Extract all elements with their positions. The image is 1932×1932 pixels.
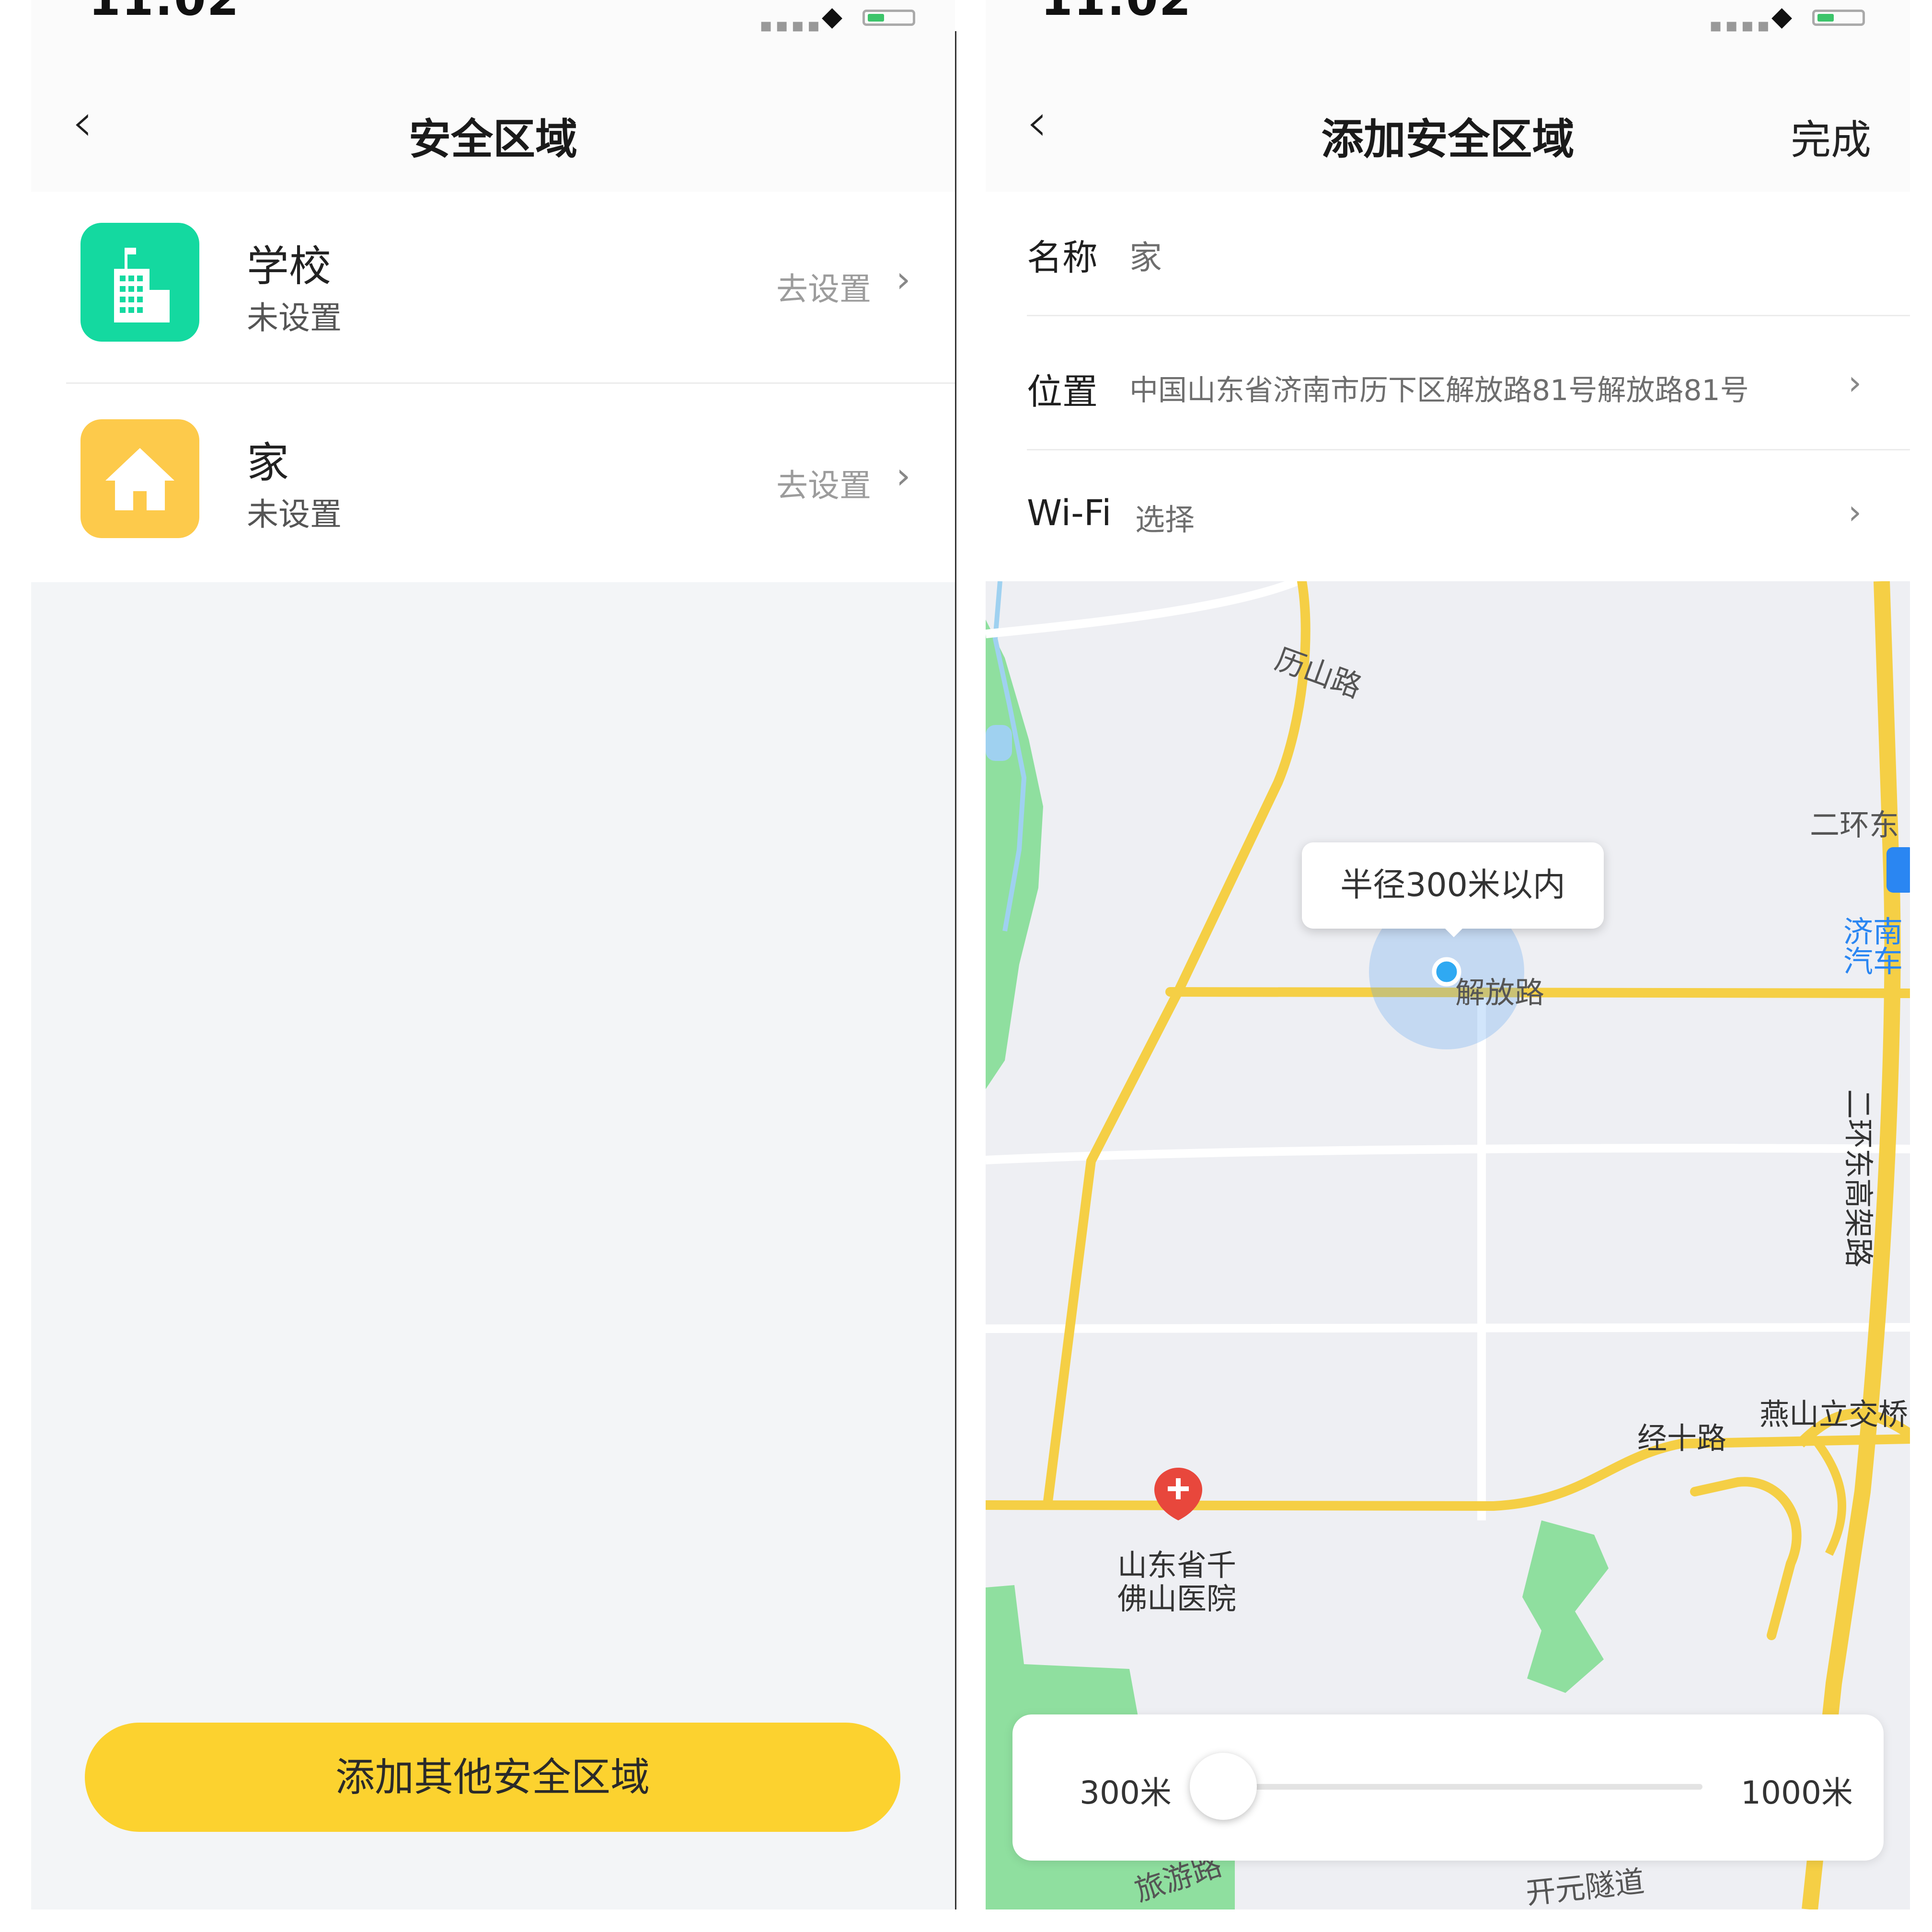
map-label-jinan-bus: 汽车 — [1843, 944, 1903, 979]
radius-slider-panel: 300米 1000米 — [1012, 1714, 1884, 1861]
location-value: 中国山东省济南市历下区解放路81号解放路81号 — [1129, 374, 1749, 407]
map-label-hospital: 佛山医院 — [1117, 1581, 1236, 1616]
map-label-jingshi-road: 经十路 — [1637, 1421, 1726, 1456]
zone-setup-link[interactable]: 去设置 — [776, 460, 871, 506]
radius-tooltip: 半径300米以内 — [1302, 842, 1604, 929]
zone-setup-link[interactable]: 去设置 — [776, 264, 871, 310]
map-label-jiefang-road: 解放路 — [1455, 975, 1544, 1010]
status-time: 11:02 — [89, 0, 240, 26]
zone-status: 未设置 — [247, 299, 342, 336]
zone-list: 学校 未设置 去设置 › 家 未设置 去设置 › — [31, 192, 955, 582]
slider-min-label: 300米 — [1080, 1774, 1172, 1811]
nav-bar: ‹ 安全区域 — [31, 34, 955, 192]
name-label: 名称 — [1027, 237, 1098, 278]
slider-track[interactable] — [1199, 1784, 1702, 1790]
bus-station-icon — [1886, 847, 1910, 893]
map-label-erhuan-east: 二环东 — [1810, 807, 1899, 842]
back-button[interactable]: ‹ — [1026, 96, 1047, 149]
screen-divider — [955, 31, 956, 1909]
page-title: 安全区域 — [408, 115, 577, 164]
name-input[interactable]: 家 — [1129, 231, 1162, 278]
battery-icon — [1812, 10, 1865, 26]
school-building-icon — [80, 223, 199, 342]
tooltip-tail — [1441, 925, 1466, 937]
wifi-value: 选择 — [1135, 502, 1195, 537]
done-button[interactable]: 完成 — [1791, 108, 1871, 166]
zone-status: 未设置 — [247, 496, 342, 533]
map-label-yanshan-bridge: 燕山立交桥 — [1760, 1397, 1908, 1432]
signal-icon: ▪▪▪▪ — [759, 14, 823, 34]
house-icon — [80, 419, 199, 538]
lake — [986, 725, 1012, 761]
add-other-zone-button[interactable]: 添加其他安全区域 — [85, 1723, 900, 1832]
wifi-row[interactable]: Wi-Fi 选择 › — [986, 450, 1910, 581]
safe-zones-screen: 11:02 ▪▪▪▪ ◆ ‹ 安全区域 — [31, 0, 955, 1909]
map-label-hospital: 山东省千 — [1117, 1548, 1236, 1583]
status-bar: 11:02 ▪▪▪▪ ◆ — [986, 0, 1910, 34]
battery-icon — [862, 10, 915, 26]
slider-thumb[interactable] — [1190, 1753, 1257, 1820]
chevron-right-icon: › — [1848, 363, 1862, 402]
location-row[interactable]: 位置 中国山东省济南市历下区解放路81号解放路81号 › — [986, 316, 1910, 450]
add-zone-screen: 11:02 ▪▪▪▪ ◆ ‹ 添加安全区域 完成 名称 家 位置 中国山东省济南… — [986, 0, 1910, 1909]
slider-max-label: 1000米 — [1741, 1774, 1853, 1811]
page-title: 添加安全区域 — [1321, 115, 1575, 164]
name-row[interactable]: 名称 家 — [986, 192, 1910, 316]
map-view[interactable]: 历山路 解放路 二环东 济南 汽车 二环东高架路 经十路 燕山立交桥 山东省千 … — [986, 581, 1910, 1909]
wifi-label: Wi-Fi — [1027, 493, 1112, 534]
chevron-right-icon: › — [1848, 493, 1862, 532]
chevron-right-icon: › — [896, 258, 911, 300]
divider — [66, 382, 955, 384]
signal-icon: ▪▪▪▪ — [1709, 14, 1773, 34]
zone-row-home[interactable]: 家 未设置 去设置 › — [31, 388, 955, 585]
map-label-elevated: 二环东高架路 — [1841, 1089, 1876, 1267]
wifi-icon: ◆ — [1771, 1, 1793, 32]
status-bar: 11:02 ▪▪▪▪ ◆ — [31, 0, 955, 34]
status-time: 11:02 — [1041, 0, 1192, 26]
chevron-right-icon: › — [896, 454, 911, 497]
location-label: 位置 — [1027, 371, 1098, 413]
zone-name: 家 — [247, 438, 289, 487]
zone-row-school[interactable]: 学校 未设置 去设置 › — [31, 192, 955, 388]
nav-bar: ‹ 添加安全区域 完成 — [986, 34, 1910, 192]
zone-name: 学校 — [247, 242, 332, 291]
wifi-icon: ◆ — [822, 1, 843, 32]
